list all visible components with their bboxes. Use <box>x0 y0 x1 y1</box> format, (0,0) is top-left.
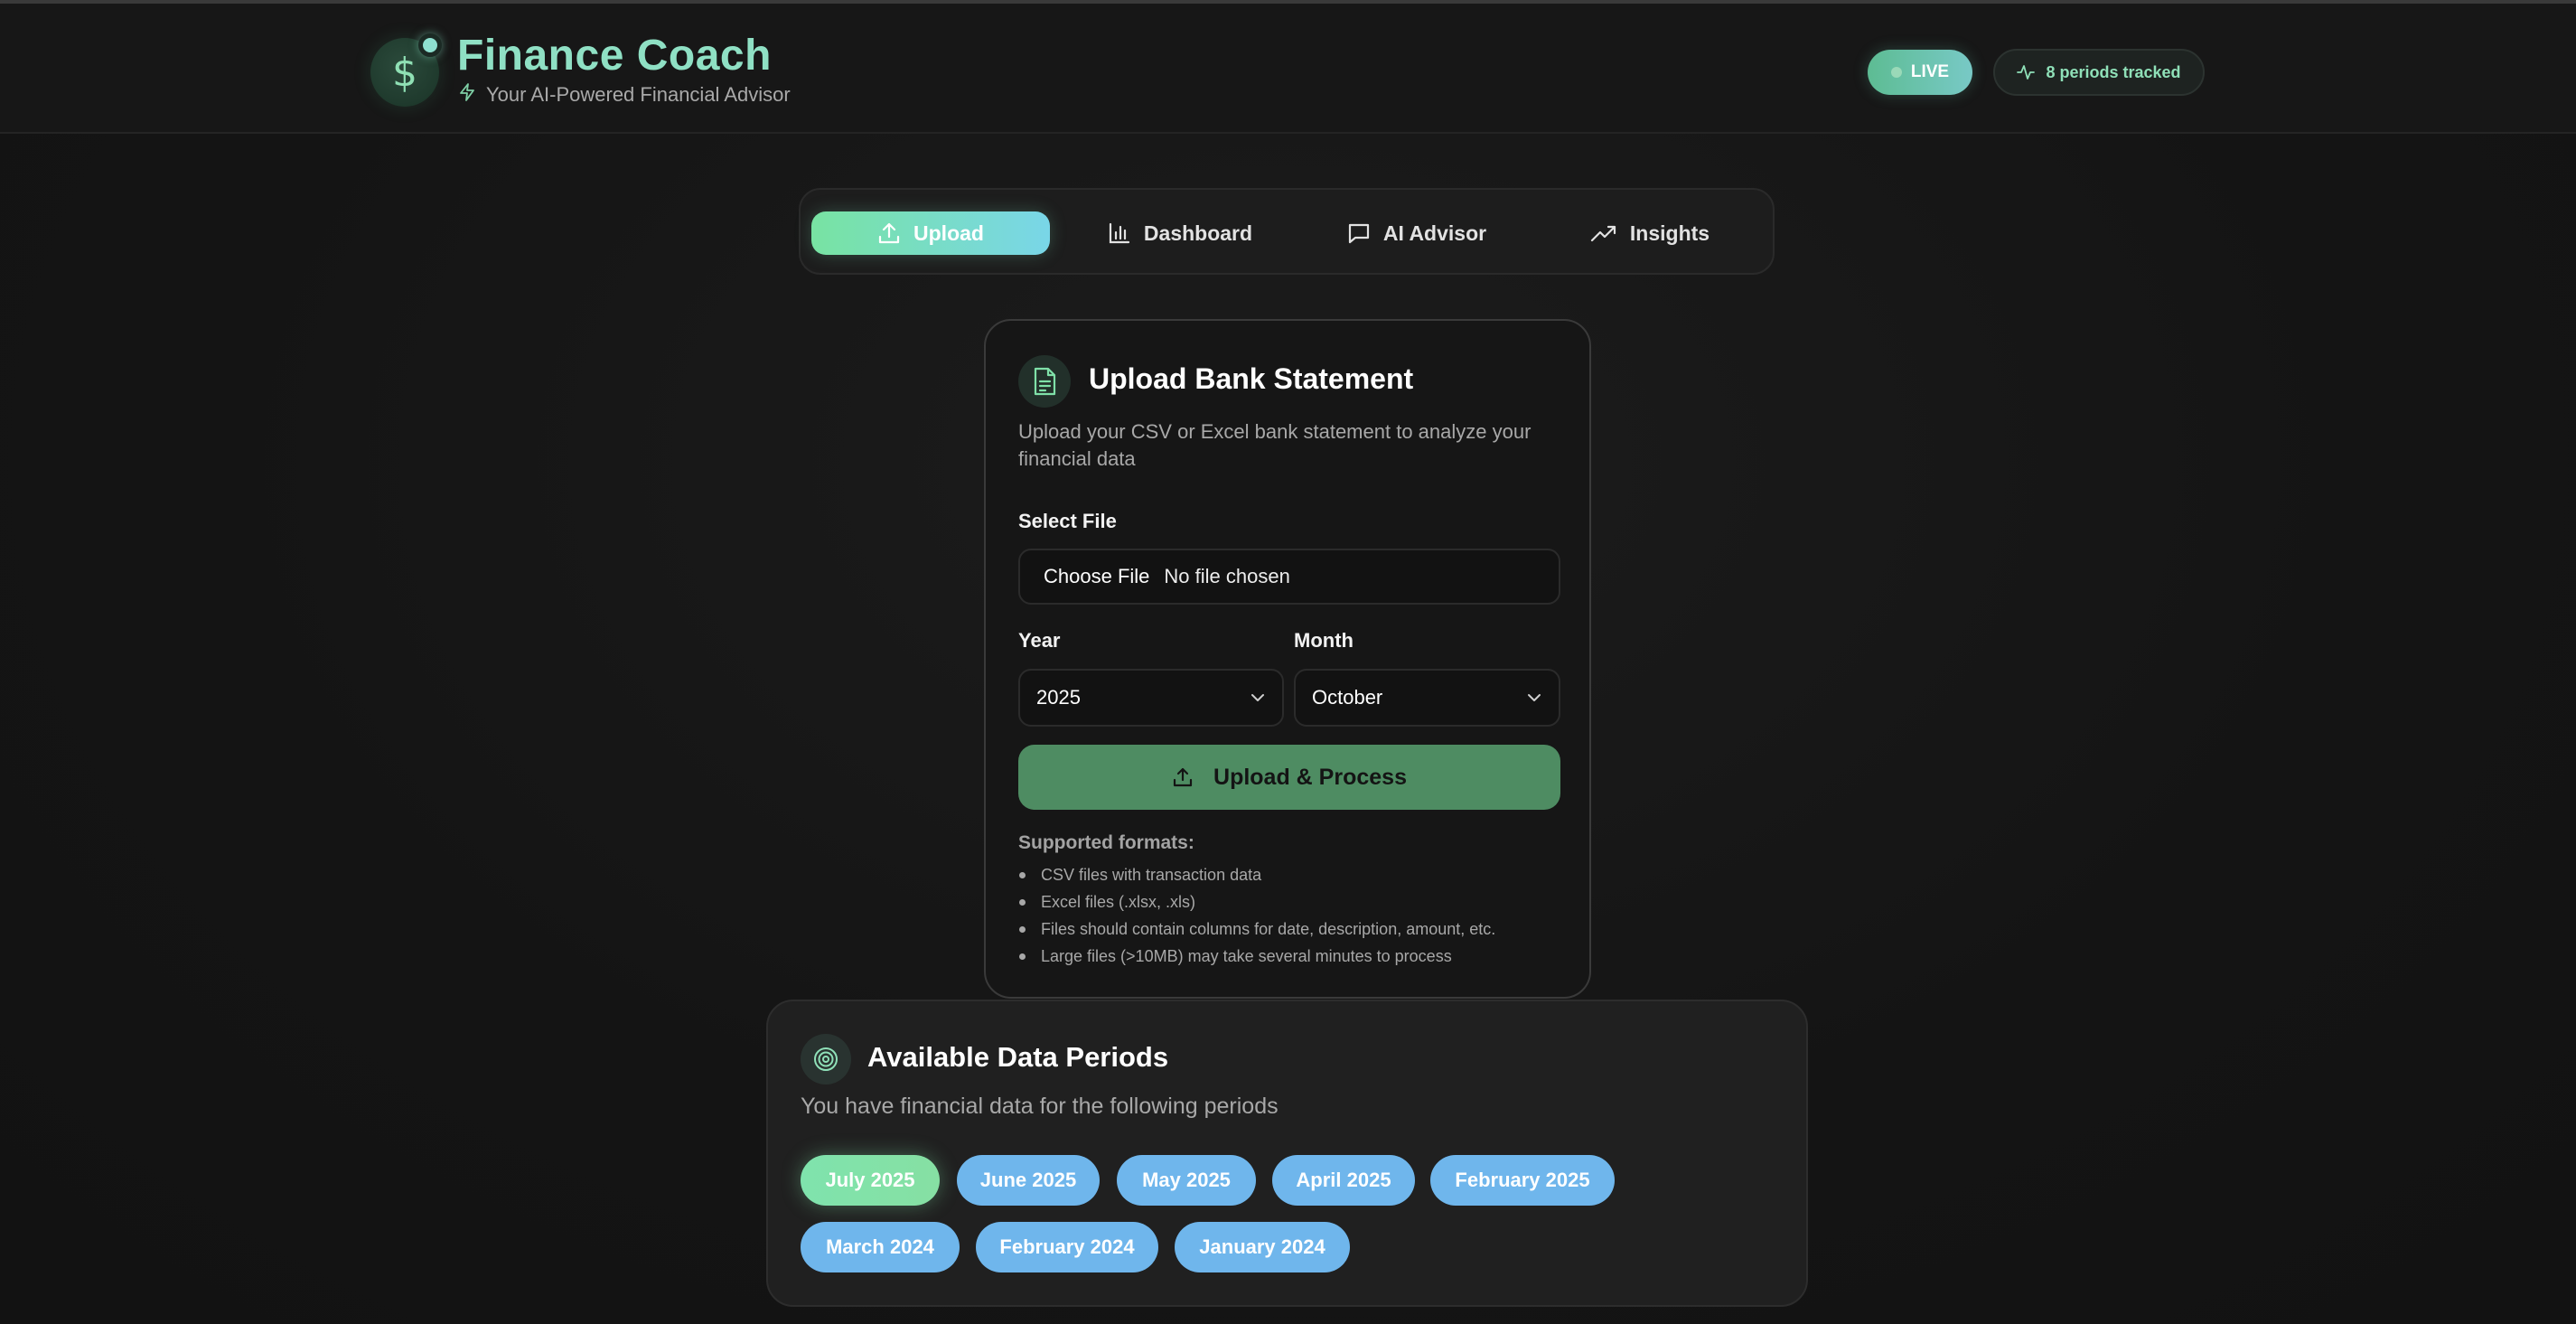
main-tabs: Upload Dashboard AI Advisor Insights <box>799 188 1775 275</box>
periods-card: Available Data Periods You have financia… <box>766 1000 1808 1307</box>
app-header: $ Finance Coach Your AI-Powered Financia… <box>0 4 2576 134</box>
tab-label: Insights <box>1629 221 1710 245</box>
tab-label: AI Advisor <box>1382 221 1487 245</box>
formats-title: Supported formats: <box>1018 832 1194 853</box>
year-label: Year <box>1018 629 1061 652</box>
month-label: Month <box>1294 629 1354 652</box>
tab-upload[interactable]: Upload <box>811 211 1050 255</box>
tab-label: Dashboard <box>1143 221 1253 245</box>
tab-insights[interactable]: Insights <box>1532 211 1767 255</box>
bar-chart-icon <box>1109 222 1130 244</box>
tab-ai-advisor[interactable]: AI Advisor <box>1299 211 1534 255</box>
period-pill[interactable]: January 2024 <box>1175 1222 1350 1272</box>
period-pill[interactable]: June 2025 <box>957 1155 1100 1206</box>
upload-process-label: Upload & Process <box>1213 764 1407 790</box>
file-status: No file chosen <box>1164 565 1290 587</box>
period-pill[interactable]: February 2024 <box>976 1222 1158 1272</box>
periods-tracked-label: 8 periods tracked <box>2046 62 2181 81</box>
period-pill[interactable]: July 2025 <box>801 1155 940 1206</box>
bolt-icon <box>459 83 475 107</box>
list-item: Excel files (.xlsx, .xls) <box>1018 888 1578 916</box>
upload-icon <box>878 222 900 244</box>
file-label: Select File <box>1018 510 1117 532</box>
live-dot-icon <box>1890 67 1902 78</box>
periods-title: Available Data Periods <box>867 1041 1169 1073</box>
app-subtitle: Your AI-Powered Financial Advisor <box>459 83 791 107</box>
year-value: 2025 <box>1036 686 1081 709</box>
list-item: Files should contain columns for date, d… <box>1018 916 1578 943</box>
tab-dashboard[interactable]: Dashboard <box>1072 211 1288 255</box>
message-icon <box>1348 223 1370 244</box>
periods-description: You have financial data for the followin… <box>801 1094 1279 1119</box>
activity-icon <box>2017 64 2036 80</box>
month-value: October <box>1312 686 1383 709</box>
period-pill[interactable]: February 2025 <box>1430 1155 1615 1206</box>
chevron-down-icon <box>1526 692 1542 703</box>
upload-card: Upload Bank Statement Upload your CSV or… <box>984 319 1591 999</box>
periods-tracked-badge: 8 periods tracked <box>1993 49 2205 96</box>
list-item: Large files (>10MB) may take several min… <box>1018 943 1578 970</box>
file-input[interactable]: Choose File No file chosen <box>1018 549 1560 605</box>
upload-icon <box>1173 767 1193 787</box>
target-icon <box>801 1034 851 1085</box>
period-pill[interactable]: March 2024 <box>801 1222 960 1272</box>
upload-title: Upload Bank Statement <box>1089 362 1414 395</box>
upload-process-button[interactable]: Upload & Process <box>1018 745 1560 810</box>
formats-list: CSV files with transaction data Excel fi… <box>1018 861 1578 970</box>
file-text-icon <box>1018 355 1071 408</box>
period-pill[interactable]: May 2025 <box>1117 1155 1256 1206</box>
list-item: CSV files with transaction data <box>1018 861 1578 888</box>
choose-file-button[interactable]: Choose File <box>1044 565 1149 588</box>
chevron-down-icon <box>1250 692 1266 703</box>
live-badge: LIVE <box>1868 50 1972 95</box>
upload-description: Upload your CSV or Excel bank statement … <box>1018 420 1532 470</box>
trending-up-icon <box>1590 225 1616 242</box>
tab-label: Upload <box>913 221 984 245</box>
app-subtitle-text: Your AI-Powered Financial Advisor <box>486 83 791 106</box>
month-select[interactable]: October <box>1294 669 1560 727</box>
year-select[interactable]: 2025 <box>1018 669 1284 727</box>
app-title: Finance Coach <box>457 32 772 80</box>
period-pill[interactable]: April 2025 <box>1272 1155 1415 1206</box>
status-dot-icon <box>418 33 442 57</box>
live-label: LIVE <box>1910 62 1950 81</box>
